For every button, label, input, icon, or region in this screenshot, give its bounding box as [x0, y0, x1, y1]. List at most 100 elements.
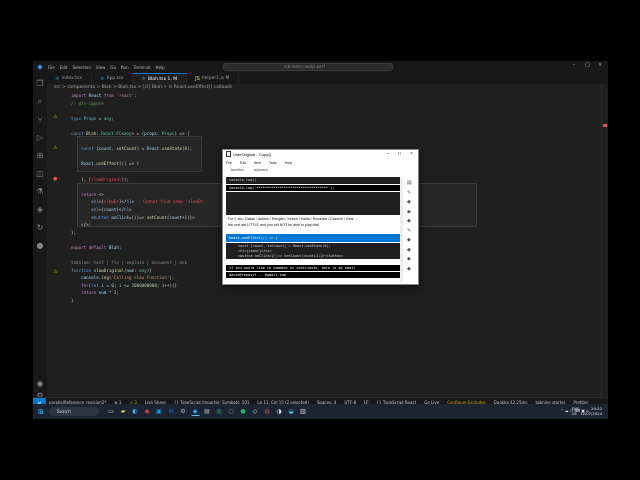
editor-tab[interactable]: ⚛ Blah.tsx 1, M [133, 73, 188, 84]
code-editor[interactable]: import React from 'react';// @ts-ignore​… [71, 92, 203, 305]
code-line[interactable]: } [71, 297, 203, 305]
tag-icon[interactable]: ◆ [407, 256, 413, 262]
code-line[interactable]: ​ [71, 183, 203, 191]
clipboard-item[interactable]: the rest are LITTLE and you will NOT be … [226, 223, 400, 228]
maximize-icon[interactable]: □ [585, 62, 590, 68]
code-line[interactable]: return num * 2; [71, 289, 203, 297]
minimize-icon[interactable]: – [573, 62, 576, 68]
extensions-icon[interactable]: ⊞ [35, 151, 45, 161]
copyq-taskbar-icon[interactable]: ▥ [299, 407, 308, 416]
copyq-tab[interactable]: favorites [231, 168, 244, 172]
tag-icon[interactable]: ◆ [407, 199, 413, 205]
tag-icon[interactable]: ◆ [407, 218, 413, 224]
editor-tab[interactable]: ⚛ index.tsx [47, 73, 92, 84]
vscode-taskbar-icon[interactable]: ◆ [190, 407, 200, 416]
code-line[interactable]: ​ [71, 153, 203, 161]
code-line[interactable]: }; [71, 229, 203, 237]
run-debug-icon[interactable]: ▷ [35, 133, 45, 143]
copyq-menu-item[interactable]: Edit [240, 161, 246, 165]
code-line[interactable]: ​ [71, 168, 203, 176]
mail-icon[interactable]: ✉ [167, 407, 176, 416]
clipboard-item[interactable]: If you would like to comment or contribu… [226, 265, 400, 271]
clipboard-item[interactable]: console.log('***************************… [226, 185, 400, 191]
warning-icon[interactable]: ⚠ [53, 269, 57, 275]
search-icon[interactable]: ⌕ [35, 97, 45, 107]
clipboard-item[interactable]: console.log() [226, 177, 400, 184]
settings-icon[interactable]: ⚙ [179, 407, 188, 416]
whatsapp-icon[interactable]: ◎ [215, 407, 224, 416]
store-icon[interactable]: ▣ [155, 407, 164, 416]
copyq-menu-item[interactable]: Help [285, 161, 292, 165]
command-center-search[interactable]: rcb-learn-nextjs-perf [223, 63, 393, 71]
copy-icon[interactable]: ▤ [407, 180, 413, 186]
close-icon[interactable]: × [410, 150, 413, 159]
breadcrumb[interactable]: src > components > Blah > Blah.tsx > [∅]… [54, 85, 232, 90]
editor-scrollbar[interactable] [601, 84, 608, 407]
live-share-icon[interactable]: ↻ [35, 223, 45, 233]
testing-icon[interactable]: ⚗ [35, 187, 45, 197]
code-line[interactable]: const [count, setCount] = React.useState… [71, 145, 203, 153]
clipboard-item[interactable] [226, 192, 400, 215]
app-icon[interactable]: ◑ [275, 407, 284, 416]
quokka-icon[interactable]: ● [35, 241, 45, 251]
close-icon[interactable]: × [598, 62, 602, 68]
tag-icon[interactable]: ◆ [407, 247, 413, 253]
clock[interactable]: 20:22 12/07/2024 [580, 406, 602, 416]
code-line[interactable]: tabnine: test | fix | explain | document… [71, 259, 203, 267]
menu-item-selection[interactable]: Selection [72, 65, 90, 70]
code-line[interactable]: ​ [71, 138, 203, 146]
code-line[interactable]: console.log('Calling slow function'); [71, 274, 203, 282]
file-explorer-icon[interactable]: ▰ [119, 407, 128, 416]
code-line[interactable]: export default Blah; [71, 244, 203, 252]
edge-icon[interactable]: ◐ [131, 407, 140, 416]
explorer-icon[interactable]: ❐ [35, 79, 45, 89]
copyq-menu-item[interactable]: Item [254, 161, 261, 165]
code-line[interactable]: return <> [71, 191, 203, 199]
menu-item-view[interactable]: View [96, 65, 106, 70]
tag-icon[interactable]: ◆ [407, 209, 413, 215]
editor-tab[interactable]: ⚛ App.tsx [92, 73, 134, 84]
code-line[interactable]: for(let i = 0; i <= 1000000000; i++){} [71, 282, 203, 290]
code-line[interactable]: }, [slowOriginal]); [71, 176, 203, 184]
language-indicator[interactable]: ENG US [572, 407, 580, 416]
menu-item-go[interactable]: Go [110, 65, 116, 70]
task-view-icon[interactable]: ▭ [107, 407, 116, 416]
remote-icon[interactable]: ◫ [35, 169, 45, 179]
app-icon[interactable]: ◍ [263, 407, 272, 416]
terminal-icon[interactable]: ▤ [203, 407, 212, 416]
editor-tab[interactable]: JS helper1.js M [187, 73, 240, 84]
code-line[interactable]: <h1>{slowOr}</h1> Cannot find name 'slow… [71, 198, 203, 206]
code-line[interactable]: ​ [71, 122, 203, 130]
code-line[interactable]: // @ts-ignore [71, 100, 203, 108]
chrome-icon[interactable]: ◉ [143, 407, 152, 416]
windows-start-icon[interactable]: ⊞ [38, 408, 46, 416]
menu-item-run[interactable]: Run [121, 65, 129, 70]
code-line[interactable]: ​ [71, 107, 203, 115]
copyq-menu-item[interactable]: Tabs [269, 161, 277, 165]
spotify-icon[interactable]: ● [239, 407, 248, 416]
code-line[interactable]: type Props = any; [71, 115, 203, 123]
tag-icon[interactable]: ◆ [407, 266, 413, 272]
code-line[interactable]: ​ [71, 251, 203, 259]
code-line[interactable]: const Blah: React.FC<any> = (props: Prop… [71, 130, 203, 138]
pin-icon[interactable]: ✎ [407, 228, 413, 234]
copyq-menu-item[interactable]: File [226, 161, 232, 165]
menu-item-help[interactable]: Help [156, 65, 165, 70]
taskbar-search[interactable]: Search [49, 407, 99, 416]
clipboard-item[interactable]: React.useEffect(() => { [226, 234, 400, 242]
code-line[interactable]: ​ [71, 236, 203, 244]
copyq-tab[interactable]: clipboard [254, 168, 268, 172]
account-icon[interactable]: ◉ [33, 379, 47, 388]
code-line[interactable]: <h1>{count}</h1> [71, 206, 203, 214]
menu-item-terminal[interactable]: Terminal [134, 65, 151, 70]
maximize-icon[interactable]: □ [398, 150, 401, 159]
source-control-icon[interactable]: ⑂ [35, 115, 45, 125]
clipboard-scrollbar[interactable] [400, 177, 403, 283]
menu-item-edit[interactable]: Edit [60, 65, 68, 70]
app-icon[interactable]: ◒ [287, 407, 296, 416]
pin-icon[interactable]: ✎ [407, 190, 413, 196]
clipboard-item-list[interactable]: console.log() console.log('**************… [226, 177, 400, 283]
code-line[interactable]: function slowOriginal(num: any){ [71, 267, 203, 275]
tabnine-icon[interactable]: ◈ [35, 205, 45, 215]
tag-icon[interactable]: ◆ [407, 237, 413, 243]
